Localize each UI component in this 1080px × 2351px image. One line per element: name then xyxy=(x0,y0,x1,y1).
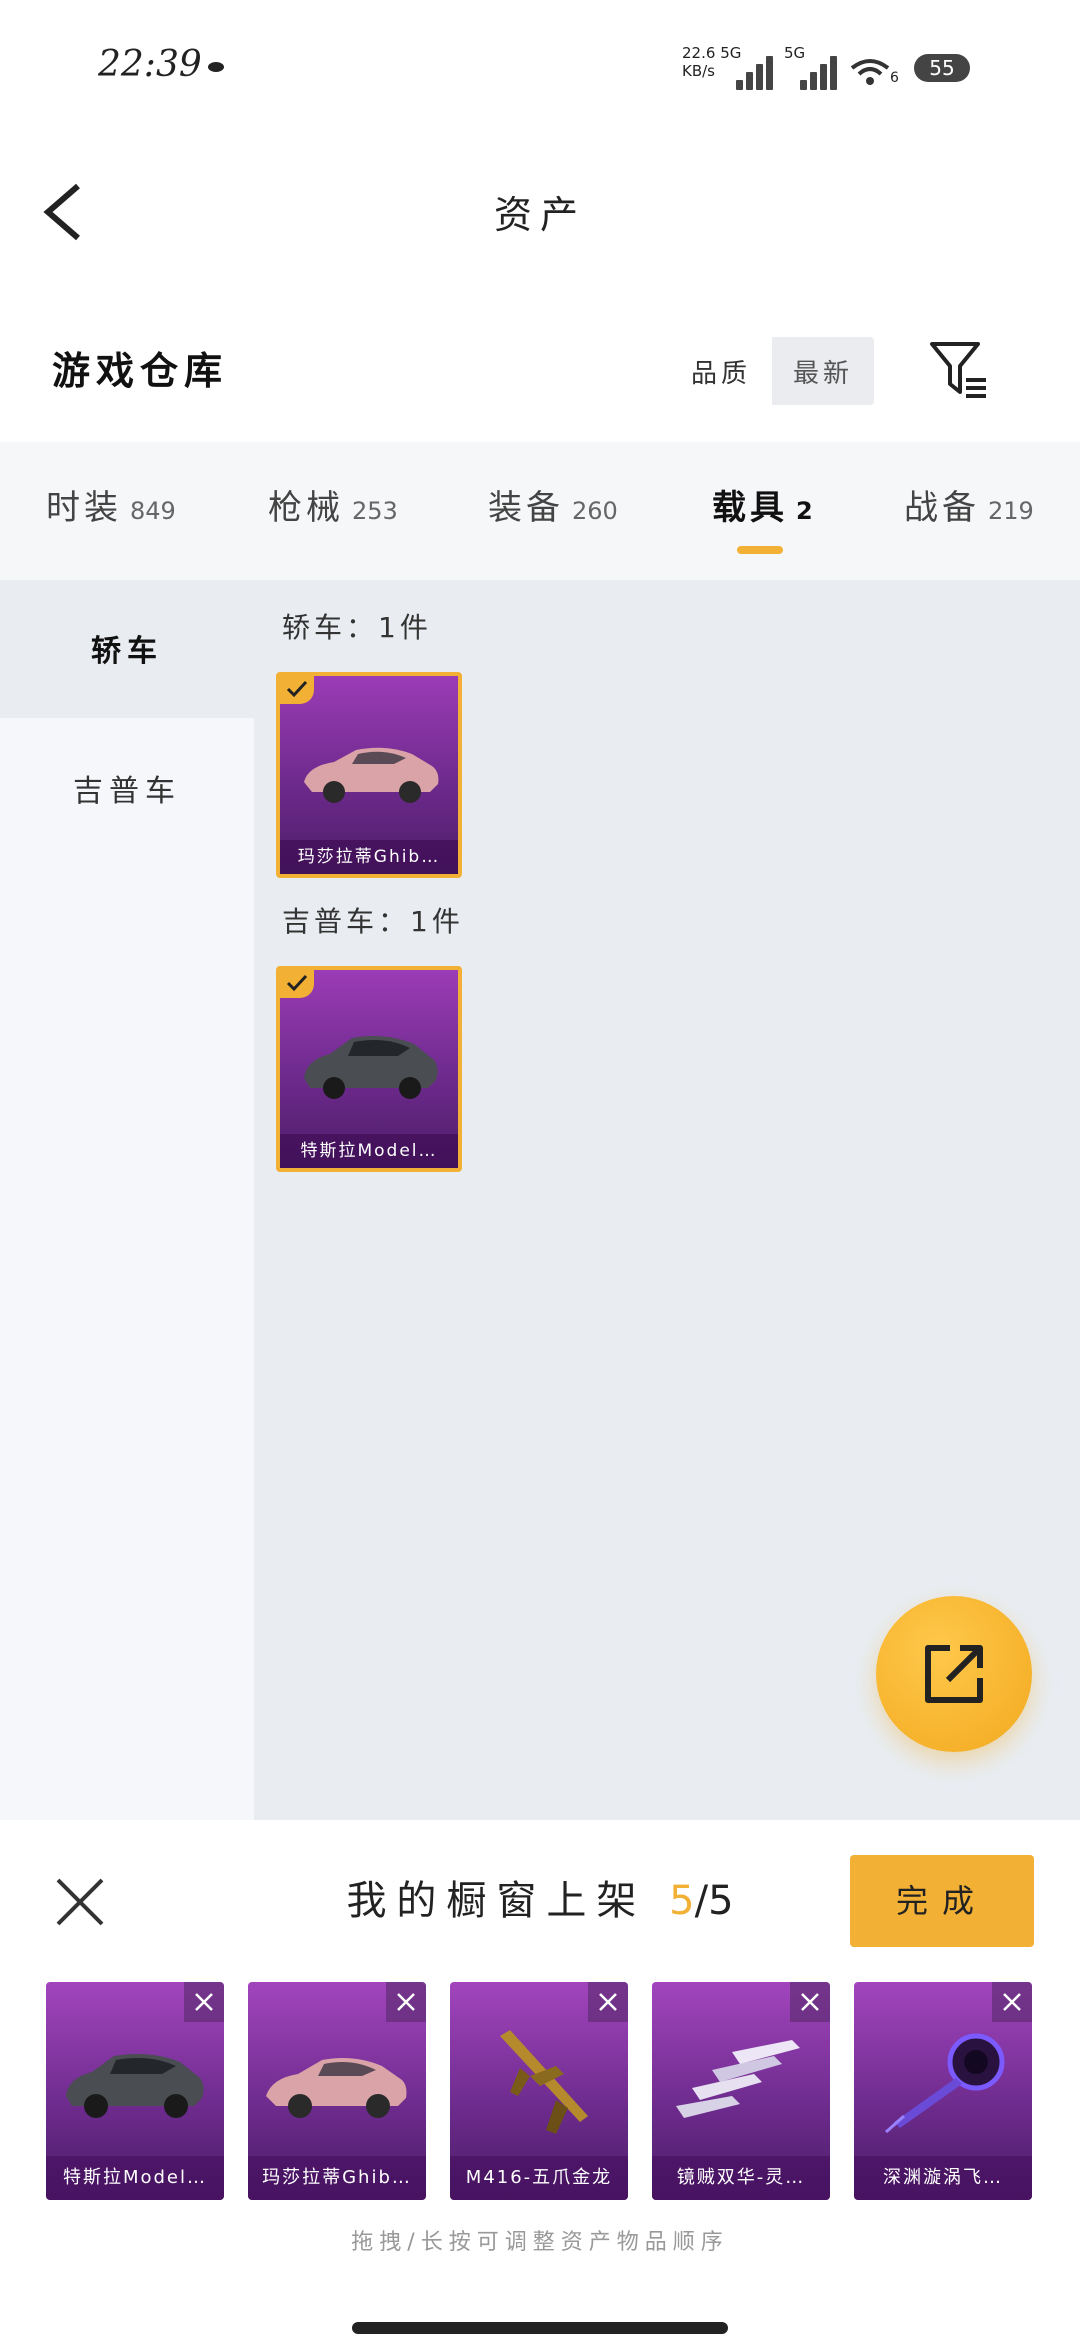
reorder-hint: 拖拽/长按可调整资产物品顺序 xyxy=(351,2230,729,2255)
showcase-slot[interactable]: M416-五爪金龙 xyxy=(450,1982,628,2200)
status-time: 22:39 xyxy=(98,44,202,85)
group-label-sedan: 轿车：1件 xyxy=(282,611,432,644)
remove-item-button[interactable] xyxy=(790,1982,830,2022)
group-label-jeep: 吉普车：1件 xyxy=(282,905,464,938)
filter-icon xyxy=(930,342,986,398)
vehicle-card[interactable]: 玛莎拉蒂Ghib… xyxy=(276,672,462,878)
network-speed: 22.6 5G KB/s xyxy=(682,44,742,80)
signal-2-icon xyxy=(800,48,844,90)
remove-item-button[interactable] xyxy=(588,1982,628,2022)
notification-dot-icon xyxy=(208,62,224,72)
tab-supplies[interactable]: 战备 219 xyxy=(904,480,1034,529)
close-icon xyxy=(195,1993,213,2011)
tab-equipment[interactable]: 装备 260 xyxy=(488,480,618,529)
sort-quality-button[interactable]: 品质 xyxy=(670,337,772,405)
page-title: 资产 xyxy=(493,193,586,237)
home-indicator[interactable] xyxy=(352,2322,728,2334)
showcase-current-count: 5 xyxy=(669,1878,695,1924)
sort-toggle: 品质 最新 xyxy=(670,337,874,405)
tab-vehicles[interactable]: 载具 2 xyxy=(712,480,813,529)
showcase-item-name: 特斯拉Model… xyxy=(46,2156,224,2200)
category-tabs: 时装 849 枪械 253 装备 260 载具 2 战备 219 xyxy=(0,442,1080,580)
vehicle-card[interactable]: 特斯拉Model… xyxy=(276,966,462,1172)
showcase-slot[interactable]: 深渊漩涡飞… xyxy=(854,1982,1032,2200)
close-icon xyxy=(1003,1993,1021,2011)
rifle-icon xyxy=(500,2030,588,2134)
showcase-item-name: 玛莎拉蒂Ghib… xyxy=(248,2156,426,2200)
wifi-icon xyxy=(850,58,890,90)
showcase-total-count: 5 xyxy=(708,1878,734,1924)
car-dark-icon xyxy=(304,1036,438,1099)
filter-button[interactable] xyxy=(928,340,990,400)
vehicle-name: 特斯拉Model… xyxy=(280,1134,458,1168)
crystal-blades-icon xyxy=(676,2040,800,2118)
sidebar-item-jeep[interactable]: 吉普车 xyxy=(0,766,254,810)
sidebar-item-sedan[interactable]: 轿车 xyxy=(0,626,254,670)
status-bar: 22:39 22.6 5G KB/s 5G 6 55 xyxy=(0,0,1080,130)
done-button[interactable]: 完成 xyxy=(850,1855,1034,1947)
share-external-icon xyxy=(925,1645,983,1703)
remove-item-button[interactable] xyxy=(386,1982,426,2022)
showcase-item-name: 深渊漩涡飞… xyxy=(854,2156,1032,2200)
tab-guns[interactable]: 枪械 253 xyxy=(268,480,398,529)
showcase-item-name: M416-五爪金龙 xyxy=(450,2156,628,2200)
active-tab-indicator xyxy=(737,546,783,554)
selected-check-icon xyxy=(280,970,314,998)
car-pink-icon xyxy=(304,747,439,803)
remove-item-button[interactable] xyxy=(992,1982,1032,2022)
close-icon xyxy=(397,1993,415,2011)
tab-fashion[interactable]: 时装 849 xyxy=(46,480,176,529)
car-pink-icon xyxy=(266,2058,407,2118)
remove-item-button[interactable] xyxy=(184,1982,224,2022)
vortex-glider-icon xyxy=(885,2033,1005,2134)
close-icon xyxy=(801,1993,819,2011)
close-icon xyxy=(599,1993,617,2011)
showcase-slot[interactable]: 玛莎拉蒂Ghib… xyxy=(248,1982,426,2200)
vehicle-name: 玛莎拉蒂Ghib… xyxy=(280,840,458,874)
signal-1-icon xyxy=(736,48,780,90)
car-dark-icon xyxy=(66,2054,204,2118)
wifi-index: 6 xyxy=(890,70,899,86)
showcase-slot[interactable]: 特斯拉Model… xyxy=(46,1982,224,2200)
share-fab-button[interactable] xyxy=(876,1596,1032,1752)
sort-newest-button[interactable]: 最新 xyxy=(772,337,874,405)
selected-check-icon xyxy=(280,676,314,704)
warehouse-title: 游戏仓库 xyxy=(52,349,229,393)
showcase-slot[interactable]: 镜贼双华-灵… xyxy=(652,1982,830,2200)
battery-indicator: 55 xyxy=(914,54,970,82)
showcase-item-name: 镜贼双华-灵… xyxy=(652,2156,830,2200)
